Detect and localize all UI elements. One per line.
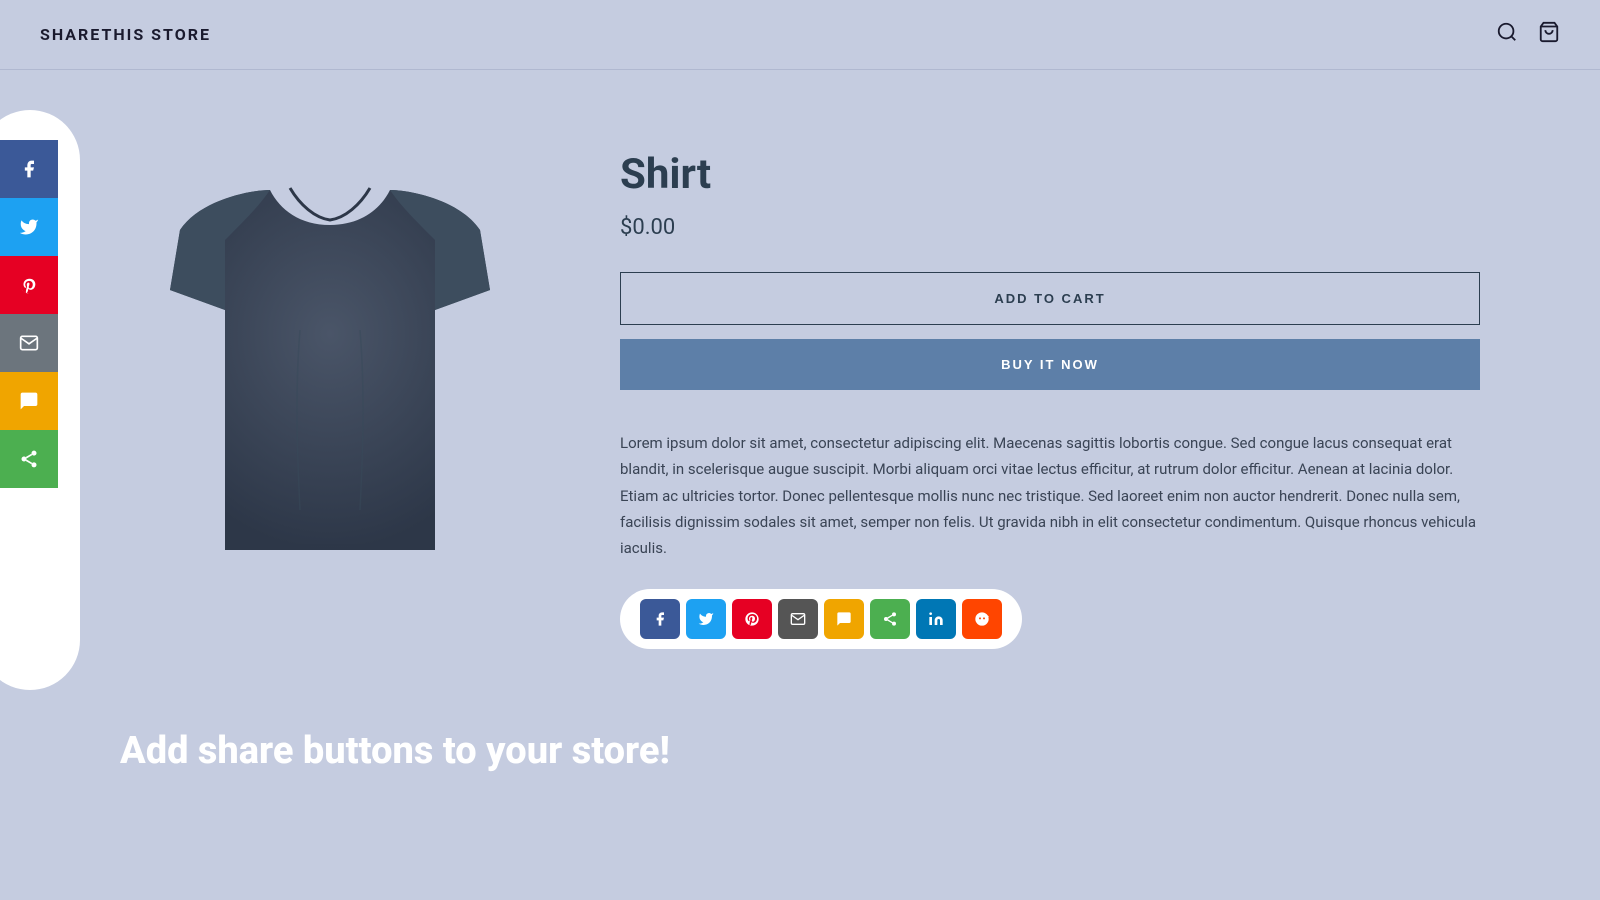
- inline-twitter-btn[interactable]: [686, 599, 726, 639]
- main-content: Shirt $0.00 ADD TO CART BUY IT NOW Lorem…: [0, 70, 1600, 709]
- header: SHARETHIS STORE: [0, 0, 1600, 70]
- sidebar-sms-btn[interactable]: [0, 372, 58, 430]
- sidebar-share-panel: [0, 140, 58, 488]
- sidebar-facebook-btn[interactable]: [0, 140, 58, 198]
- inline-sharethis-btn[interactable]: [870, 599, 910, 639]
- footer-cta: Add share buttons to your store!: [0, 709, 1600, 813]
- sidebar-email-btn[interactable]: [0, 314, 58, 372]
- product-details: Shirt $0.00 ADD TO CART BUY IT NOW Lorem…: [620, 130, 1480, 649]
- inline-share-bar: [620, 589, 1022, 649]
- product-image-container: [120, 130, 540, 610]
- cart-icon[interactable]: [1538, 21, 1560, 48]
- inline-linkedin-btn[interactable]: [916, 599, 956, 639]
- inline-sms-btn[interactable]: [824, 599, 864, 639]
- product-image: [160, 130, 500, 610]
- sidebar-pinterest-btn[interactable]: [0, 256, 58, 314]
- sidebar-sharethis-btn[interactable]: [0, 430, 58, 488]
- header-icons: [1496, 21, 1560, 48]
- product-title: Shirt: [620, 150, 1480, 199]
- buy-it-now-button[interactable]: BUY IT NOW: [620, 339, 1480, 390]
- footer-cta-text: Add share buttons to your store!: [120, 729, 670, 773]
- product-description: Lorem ipsum dolor sit amet, consectetur …: [620, 430, 1480, 561]
- inline-facebook-btn[interactable]: [640, 599, 680, 639]
- search-icon[interactable]: [1496, 21, 1518, 48]
- inline-pinterest-btn[interactable]: [732, 599, 772, 639]
- store-title: SHARETHIS STORE: [40, 25, 211, 44]
- inline-email-btn[interactable]: [778, 599, 818, 639]
- add-to-cart-button[interactable]: ADD TO CART: [620, 272, 1480, 325]
- product-price: $0.00: [620, 215, 1480, 240]
- sidebar-twitter-btn[interactable]: [0, 198, 58, 256]
- inline-reddit-btn[interactable]: [962, 599, 1002, 639]
